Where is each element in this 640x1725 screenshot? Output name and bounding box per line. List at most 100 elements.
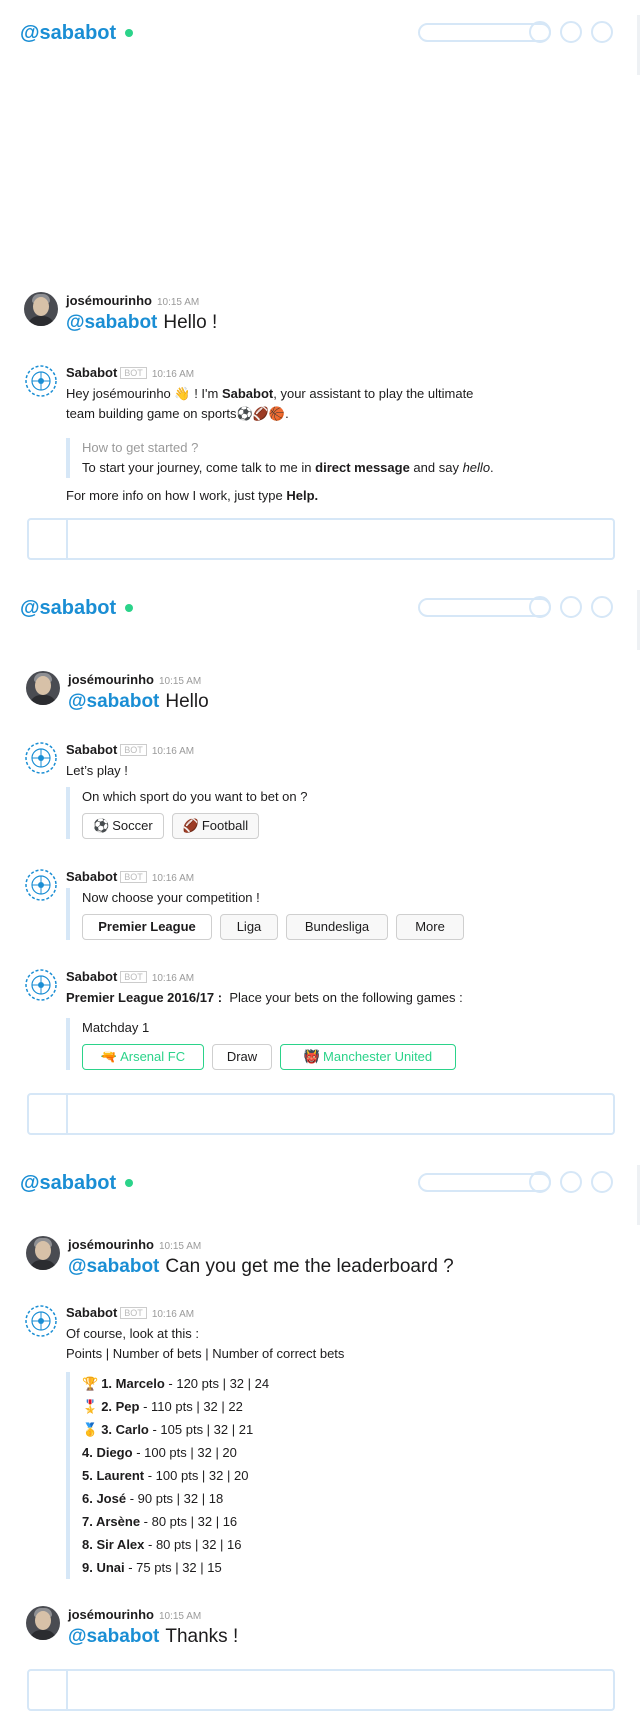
timestamp: 10:15 AM [158, 1241, 202, 1252]
header-action-icon-3[interactable] [591, 21, 613, 43]
header-action-icon-2[interactable] [560, 596, 582, 618]
header-action-icon-2[interactable] [560, 21, 582, 43]
channel-header: @sababot [20, 593, 640, 623]
timestamp: 10:15 AM [158, 676, 202, 687]
sababot-avatar-icon[interactable] [24, 868, 58, 902]
leaderboard-row: 5. Laurent - 100 pts | 32 | 20 [82, 1468, 249, 1483]
timestamp: 10:16 AM [151, 1309, 195, 1320]
sports-emoji-icons: ⚽🏈🏀 [236, 406, 286, 421]
leaderboard-row: 6. José - 90 pts | 32 | 18 [82, 1491, 224, 1506]
bot-name[interactable]: Sababot [66, 1305, 117, 1320]
intro-text: Hey josémourinho 👋 ! I'm Sababot, your a… [66, 386, 474, 421]
leaderboard-row: 🏆 1. Marcelo - 120 pts | 32 | 24 [82, 1372, 620, 1395]
message-composer[interactable] [27, 1669, 615, 1711]
message-text: Hello ! [163, 312, 218, 333]
header-action-icon-2[interactable] [560, 1171, 582, 1193]
bundesliga-button[interactable]: Bundesliga [286, 914, 388, 940]
avatar[interactable] [26, 1236, 60, 1270]
message-text: Hello [165, 691, 209, 712]
timestamp: 10:16 AM [151, 873, 195, 884]
wave-icon: 👋 [174, 386, 191, 401]
avatar[interactable] [26, 1606, 60, 1640]
panel-betting: @sababot josémourinho 10:15 AM @sababot He… [0, 575, 640, 1150]
channel-name[interactable]: @sababot [20, 22, 116, 45]
bot-name[interactable]: Sababot [66, 969, 117, 984]
timestamp: 10:16 AM [151, 746, 195, 757]
composer-attach-divider [66, 1671, 68, 1709]
attachment-title: How to get started ? [82, 440, 199, 455]
soccer-button[interactable]: ⚽ Soccer [82, 813, 164, 839]
competition-question: Now choose your competition ! [82, 890, 260, 905]
getting-started-attachment: How to get started ? To start your journ… [66, 438, 620, 478]
message-text: Thanks ! [165, 1626, 239, 1647]
mention[interactable]: @sababot [66, 312, 157, 333]
football-button[interactable]: 🏈 Football [171, 813, 260, 839]
channel-name[interactable]: @sababot [20, 1172, 116, 1195]
user-name[interactable]: josémourinho [68, 1237, 154, 1252]
avatar[interactable] [26, 671, 60, 705]
sport-question: On which sport do you want to bet on ? [82, 789, 308, 804]
online-status-icon [125, 29, 133, 37]
user-name[interactable]: josémourinho [68, 1607, 154, 1622]
bot-badge: BOT [120, 744, 147, 756]
header-action-icon-1[interactable] [529, 596, 551, 618]
trophy-icon: 🏆 [82, 1376, 99, 1391]
avatar[interactable] [24, 292, 58, 326]
sababot-avatar-icon[interactable] [24, 741, 58, 775]
leaderboard-row: 8. Sir Alex - 80 pts | 32 | 16 [82, 1537, 242, 1552]
leaderboard-row: 🎖️ 2. Pep - 110 pts | 32 | 22 [82, 1395, 620, 1418]
channel-name[interactable]: @sababot [20, 597, 116, 620]
user-name[interactable]: josémourinho [68, 672, 154, 687]
more-button[interactable]: More [396, 914, 464, 940]
league-heading: Premier League 2016/17 : Place your bets… [66, 990, 463, 1005]
mention[interactable]: @sababot [68, 1256, 159, 1277]
channel-header: @sababot [20, 1168, 640, 1198]
leaderboard-intro: Of course, look at this : [66, 1326, 199, 1341]
bot-name[interactable]: Sababot [66, 742, 117, 757]
timestamp: 10:16 AM [151, 973, 195, 984]
header-action-icon-3[interactable] [591, 596, 613, 618]
sababot-avatar-icon[interactable] [24, 364, 58, 398]
lets-play-text: Let’s play ! [66, 763, 128, 778]
matchday-label: Matchday 1 [82, 1020, 150, 1035]
liga-button[interactable]: Liga [220, 914, 278, 940]
header-action-icon-3[interactable] [591, 1171, 613, 1193]
header-action-icon-1[interactable] [529, 1171, 551, 1193]
mention[interactable]: @sababot [68, 691, 159, 712]
medal-icon: 🎖️ [82, 1399, 99, 1414]
bot-badge: BOT [120, 1307, 147, 1319]
message-composer[interactable] [27, 518, 615, 560]
premier-league-button[interactable]: Premier League [82, 914, 212, 940]
bot-badge: BOT [120, 367, 147, 379]
bot-name[interactable]: Sababot [66, 869, 117, 884]
competition-attachment: Now choose your competition ! Premier Le… [66, 888, 620, 940]
leaderboard-attachment: 🏆 1. Marcelo - 120 pts | 32 | 24 🎖️ 2. Pep… [66, 1372, 620, 1579]
panel-leaderboard: @sababot josémourinho 10:15 AM @sababot Ca… [0, 1150, 640, 1725]
bot-name[interactable]: Sababot [66, 365, 117, 380]
manchester-united-button[interactable]: 👹 Manchester United [280, 1044, 456, 1070]
composer-attach-divider [66, 520, 68, 558]
user-name[interactable]: josémourinho [66, 293, 152, 308]
panel-intro: @sababot josémourinho 10:15 AM @sababot He… [0, 0, 640, 575]
message-text: Can you get me the leaderboard ? [165, 1256, 454, 1277]
sababot-avatar-icon[interactable] [24, 1304, 58, 1338]
devil-icon: 👹 [303, 1049, 321, 1064]
timestamp: 10:15 AM [158, 1611, 202, 1622]
help-text: For more info on how I work, just type H… [66, 488, 319, 503]
online-status-icon [125, 1179, 133, 1187]
draw-button[interactable]: Draw [212, 1044, 272, 1070]
bot-badge: BOT [120, 871, 147, 883]
leaderboard-columns: Points | Number of bets | Number of corr… [66, 1346, 345, 1361]
soccer-ball-icon: ⚽ [93, 818, 110, 833]
sababot-avatar-icon[interactable] [24, 968, 58, 1002]
arsenal-button[interactable]: 🔫 Arsenal FC [82, 1044, 204, 1070]
header-action-icon-1[interactable] [529, 21, 551, 43]
message-composer[interactable] [27, 1093, 615, 1135]
timestamp: 10:15 AM [156, 297, 200, 308]
composer-attach-divider [66, 1095, 68, 1133]
sport-attachment: On which sport do you want to bet on ? ⚽… [66, 787, 620, 839]
mention[interactable]: @sababot [68, 1626, 159, 1647]
gun-icon: 🔫 [100, 1049, 118, 1064]
channel-header: @sababot [20, 18, 640, 48]
leaderboard-row: 🥇 3. Carlo - 105 pts | 32 | 21 [82, 1418, 620, 1441]
